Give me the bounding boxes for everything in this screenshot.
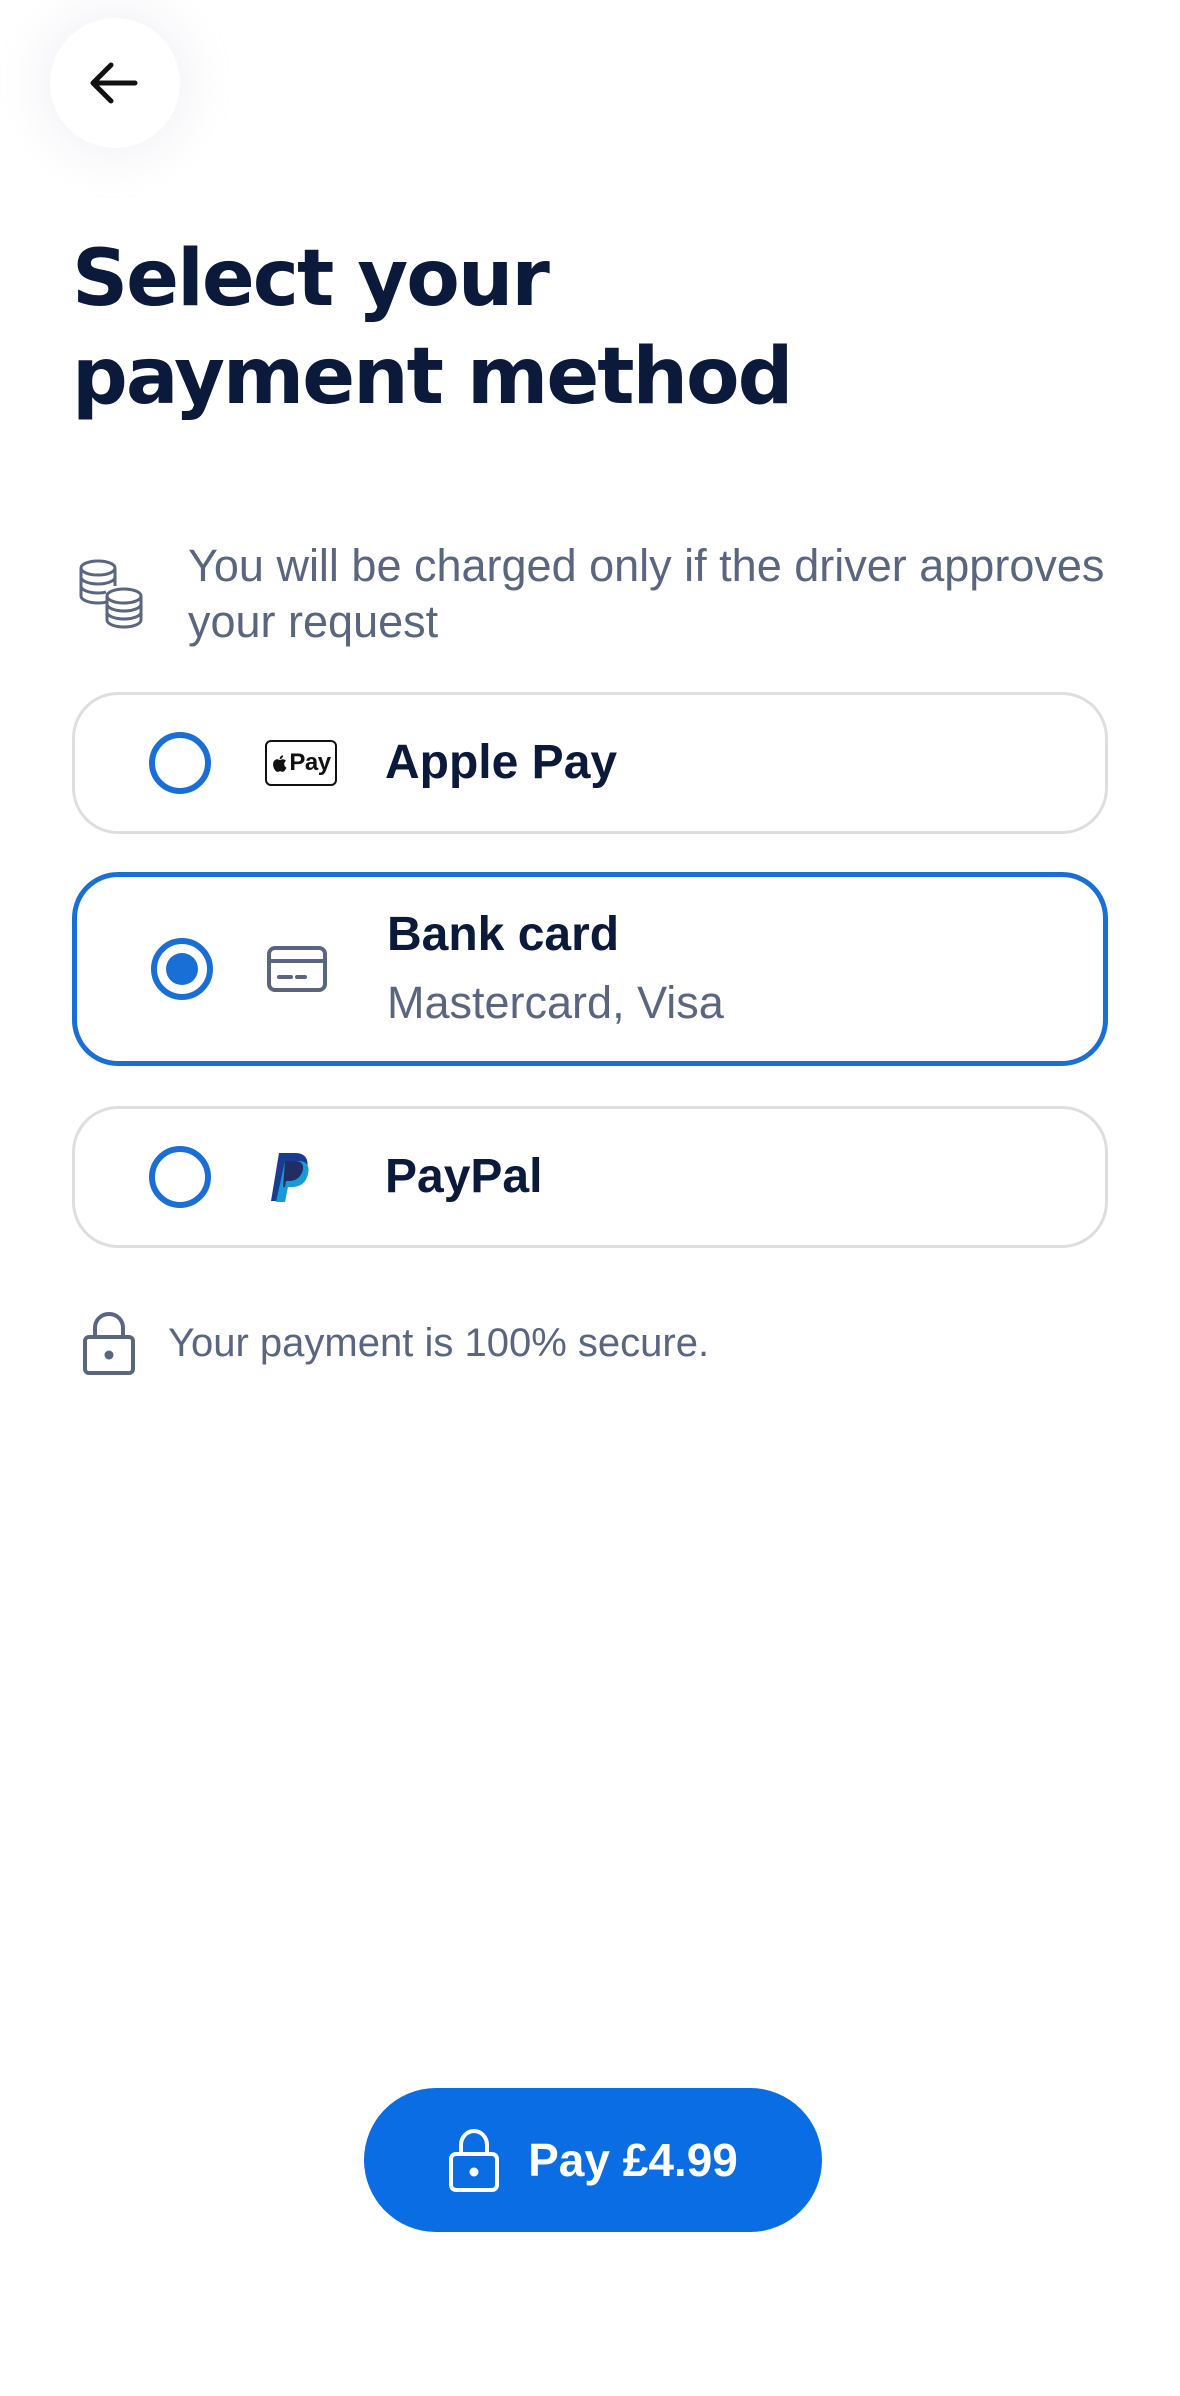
secure-notice-text: Your payment is 100% secure. xyxy=(168,1320,710,1365)
arrow-left-icon xyxy=(90,62,138,104)
lock-icon xyxy=(83,1311,135,1375)
option-label: PayPal xyxy=(385,1150,543,1203)
payment-option-apple-pay[interactable]: Pay Apple Pay xyxy=(72,692,1108,834)
title-line-2: payment method xyxy=(72,332,793,422)
paypal-logo xyxy=(265,1151,315,1203)
pay-button-label: Pay £4.99 xyxy=(528,2134,738,2186)
radio-button[interactable] xyxy=(151,938,213,1000)
payment-option-paypal[interactable]: PayPal xyxy=(72,1106,1108,1248)
apple-icon xyxy=(273,754,287,772)
back-button[interactable] xyxy=(50,18,180,148)
charge-notice: You will be charged only if the driver a… xyxy=(72,538,1112,650)
radio-button[interactable] xyxy=(149,1146,211,1208)
page-title: Select your payment method xyxy=(72,230,1112,426)
apple-pay-logo: Pay xyxy=(265,740,337,786)
option-label: Bank card xyxy=(387,908,620,961)
charge-notice-text: You will be charged only if the driver a… xyxy=(188,540,1105,647)
payment-method-screen: Select your payment method You will be c… xyxy=(0,0,1180,2396)
pay-button[interactable]: Pay £4.99 xyxy=(364,2088,822,2232)
coins-icon xyxy=(79,559,143,629)
option-sublabel: Mastercard, Visa xyxy=(387,977,724,1028)
credit-card-icon xyxy=(267,946,327,992)
radio-selected-dot xyxy=(166,953,198,985)
option-label: Apple Pay xyxy=(385,736,618,789)
lock-icon xyxy=(449,2128,500,2192)
secure-notice: Your payment is 100% secure. xyxy=(82,1310,709,1376)
title-line-1: Select your xyxy=(72,234,550,324)
radio-button[interactable] xyxy=(149,732,211,794)
payment-option-bank-card[interactable]: Bank card Mastercard, Visa xyxy=(72,872,1108,1066)
apple-pay-logo-text: Pay xyxy=(289,749,331,776)
